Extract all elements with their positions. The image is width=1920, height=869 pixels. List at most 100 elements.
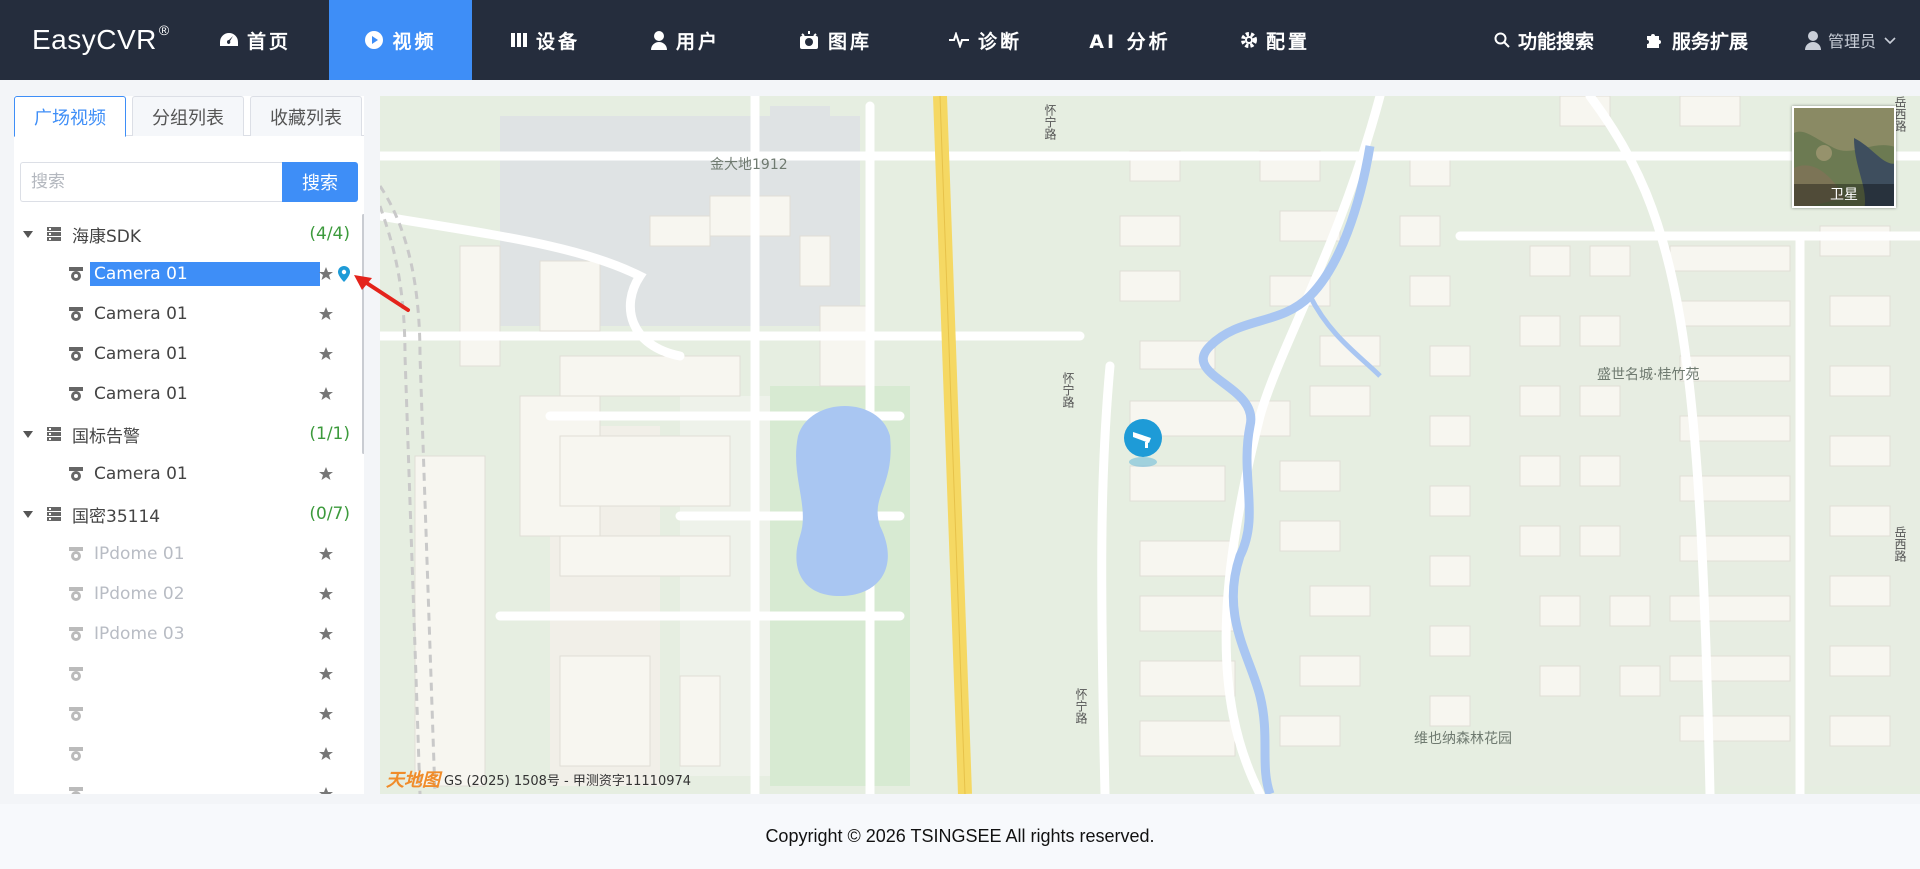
camera-item[interactable] <box>14 654 364 694</box>
tab-square-video[interactable]: 广场视频 <box>14 96 126 137</box>
star-icon[interactable] <box>318 706 334 722</box>
camera-item[interactable] <box>14 774 364 794</box>
camera-item[interactable]: IPdome 02 <box>14 574 364 614</box>
group-count: (1/1) <box>309 424 350 444</box>
footer: Copyright © 2026 TSINGSEE All rights res… <box>0 804 1920 869</box>
satellite-label: 卫星 <box>1794 184 1894 206</box>
camera-item[interactable]: Camera 01 <box>14 454 364 494</box>
play-circle-icon <box>365 31 384 49</box>
satellite-toggle[interactable]: 卫星 <box>1792 106 1896 208</box>
road-label: 怀宁路 <box>1074 688 1088 724</box>
location-pin-icon[interactable] <box>336 265 352 283</box>
server-icon <box>47 227 61 241</box>
tree-group[interactable]: 国密35114 (0/7) <box>14 494 364 534</box>
star-icon[interactable] <box>318 626 334 642</box>
camera-device-icon <box>69 267 83 281</box>
camera-device-icon <box>69 747 83 761</box>
map-view[interactable]: 金大地1912 盛世名城·桂竹苑 维也纳森林花园 怀宁路 怀宁路 怀宁路 岳西路… <box>380 96 1920 794</box>
pulse-icon <box>948 32 969 48</box>
nav-gallery[interactable]: 图库 <box>770 0 900 80</box>
nav-device[interactable]: 设备 <box>480 0 610 80</box>
camera-label[interactable]: IPdome 02 <box>90 582 189 606</box>
search-button[interactable]: 搜索 <box>282 162 358 202</box>
attribution-text: GS (2025) 1508号 - 甲测资字11110974 <box>444 773 692 789</box>
road-label: 怀宁路 <box>1061 372 1075 408</box>
nav-user[interactable]: 用户 <box>620 0 750 80</box>
nav-config[interactable]: 配置 <box>1210 0 1340 80</box>
server-icon <box>47 507 61 521</box>
sidebar-tabs: 广场视频 分组列表 收藏列表 <box>14 96 364 137</box>
user-icon <box>650 31 667 50</box>
camera-device-icon <box>69 587 83 601</box>
tree-group[interactable]: 国标告警 (1/1) <box>14 414 364 454</box>
camera-device-icon <box>69 347 83 361</box>
nav-video[interactable]: 视频 <box>329 0 472 80</box>
sidebar-scrollbar[interactable] <box>362 214 364 454</box>
gear-icon <box>1240 32 1257 48</box>
tree-group[interactable]: 海康SDK (4/4) <box>14 214 364 254</box>
tianditu-logo: 天地图 <box>386 770 440 791</box>
place-label: 盛世名城·桂竹苑 <box>1597 367 1700 383</box>
caret-down-icon[interactable] <box>23 230 33 238</box>
service-extend-button[interactable]: 服务扩展 <box>1644 0 1748 80</box>
camera-device-icon <box>69 467 83 481</box>
caret-down-icon[interactable] <box>23 430 33 438</box>
camera-marker-icon[interactable] <box>1120 418 1166 468</box>
camera-label[interactable]: IPdome 01 <box>90 542 189 566</box>
star-icon[interactable] <box>318 746 334 762</box>
road-label: 岳西路 <box>1893 526 1907 562</box>
camera-item[interactable]: IPdome 01 <box>14 534 364 574</box>
road-label: 怀宁路 <box>1043 104 1057 140</box>
annotation-arrow <box>354 275 410 312</box>
star-icon[interactable] <box>318 386 334 402</box>
group-label: 国标告警 <box>72 426 140 447</box>
tab-group-list[interactable]: 分组列表 <box>132 96 244 136</box>
dashboard-icon <box>219 33 238 46</box>
camera-device-icon <box>69 307 83 321</box>
function-search-button[interactable]: 功能搜索 <box>1494 0 1594 80</box>
star-icon[interactable] <box>318 546 334 562</box>
camera-item[interactable]: Camera 01 <box>14 374 364 414</box>
search-input[interactable]: 搜索 <box>20 162 298 202</box>
star-icon[interactable] <box>318 586 334 602</box>
user-menu[interactable]: 管理员 <box>1804 0 1902 80</box>
camera-device-icon <box>69 667 83 681</box>
group-label: 国密35114 <box>72 506 161 527</box>
nav-home[interactable]: 首页 <box>190 0 320 80</box>
copyright-text: Copyright © 2026 TSINGSEE All rights res… <box>765 826 1155 846</box>
star-icon[interactable] <box>318 346 334 362</box>
camera-device-icon <box>69 547 83 561</box>
star-icon[interactable] <box>318 266 334 282</box>
camera-label[interactable]: Camera 01 <box>90 382 192 406</box>
star-icon[interactable] <box>318 666 334 682</box>
device-icon <box>510 33 527 47</box>
group-label: 海康SDK <box>72 226 142 247</box>
brand-logo[interactable]: EasyCVR ® <box>32 22 170 56</box>
camera-label[interactable]: Camera 01 <box>90 342 192 366</box>
puzzle-icon <box>1647 34 1661 48</box>
camera-item[interactable] <box>14 694 364 734</box>
chevron-down-icon <box>1884 37 1896 45</box>
caret-down-icon[interactable] <box>23 510 33 518</box>
camera-item[interactable]: Camera 01 <box>14 334 364 374</box>
place-label: 金大地1912 <box>710 157 788 173</box>
camera-label[interactable]: Camera 01 <box>90 262 320 286</box>
camera-item[interactable] <box>14 734 364 774</box>
camera-item[interactable]: Camera 01 <box>14 254 364 294</box>
camera-label[interactable]: IPdome 03 <box>90 622 189 646</box>
star-icon[interactable] <box>318 786 334 794</box>
camera-label[interactable]: Camera 01 <box>90 302 192 326</box>
user-avatar-icon <box>1804 31 1821 50</box>
camera-item[interactable]: Camera 01 <box>14 294 364 334</box>
camera-label[interactable]: Camera 01 <box>90 462 192 486</box>
camera-device-icon <box>69 787 83 794</box>
place-label: 维也纳森林花园 <box>1414 731 1512 747</box>
star-icon[interactable] <box>318 306 334 322</box>
nav-ai-analysis[interactable]: AI 分析 <box>1070 0 1190 80</box>
tab-favorites[interactable]: 收藏列表 <box>250 96 362 136</box>
nav-diagnose[interactable]: 诊断 <box>920 0 1050 80</box>
camera-icon <box>799 31 818 49</box>
star-icon[interactable] <box>318 466 334 482</box>
camera-device-icon <box>69 387 83 401</box>
camera-item[interactable]: IPdome 03 <box>14 614 364 654</box>
